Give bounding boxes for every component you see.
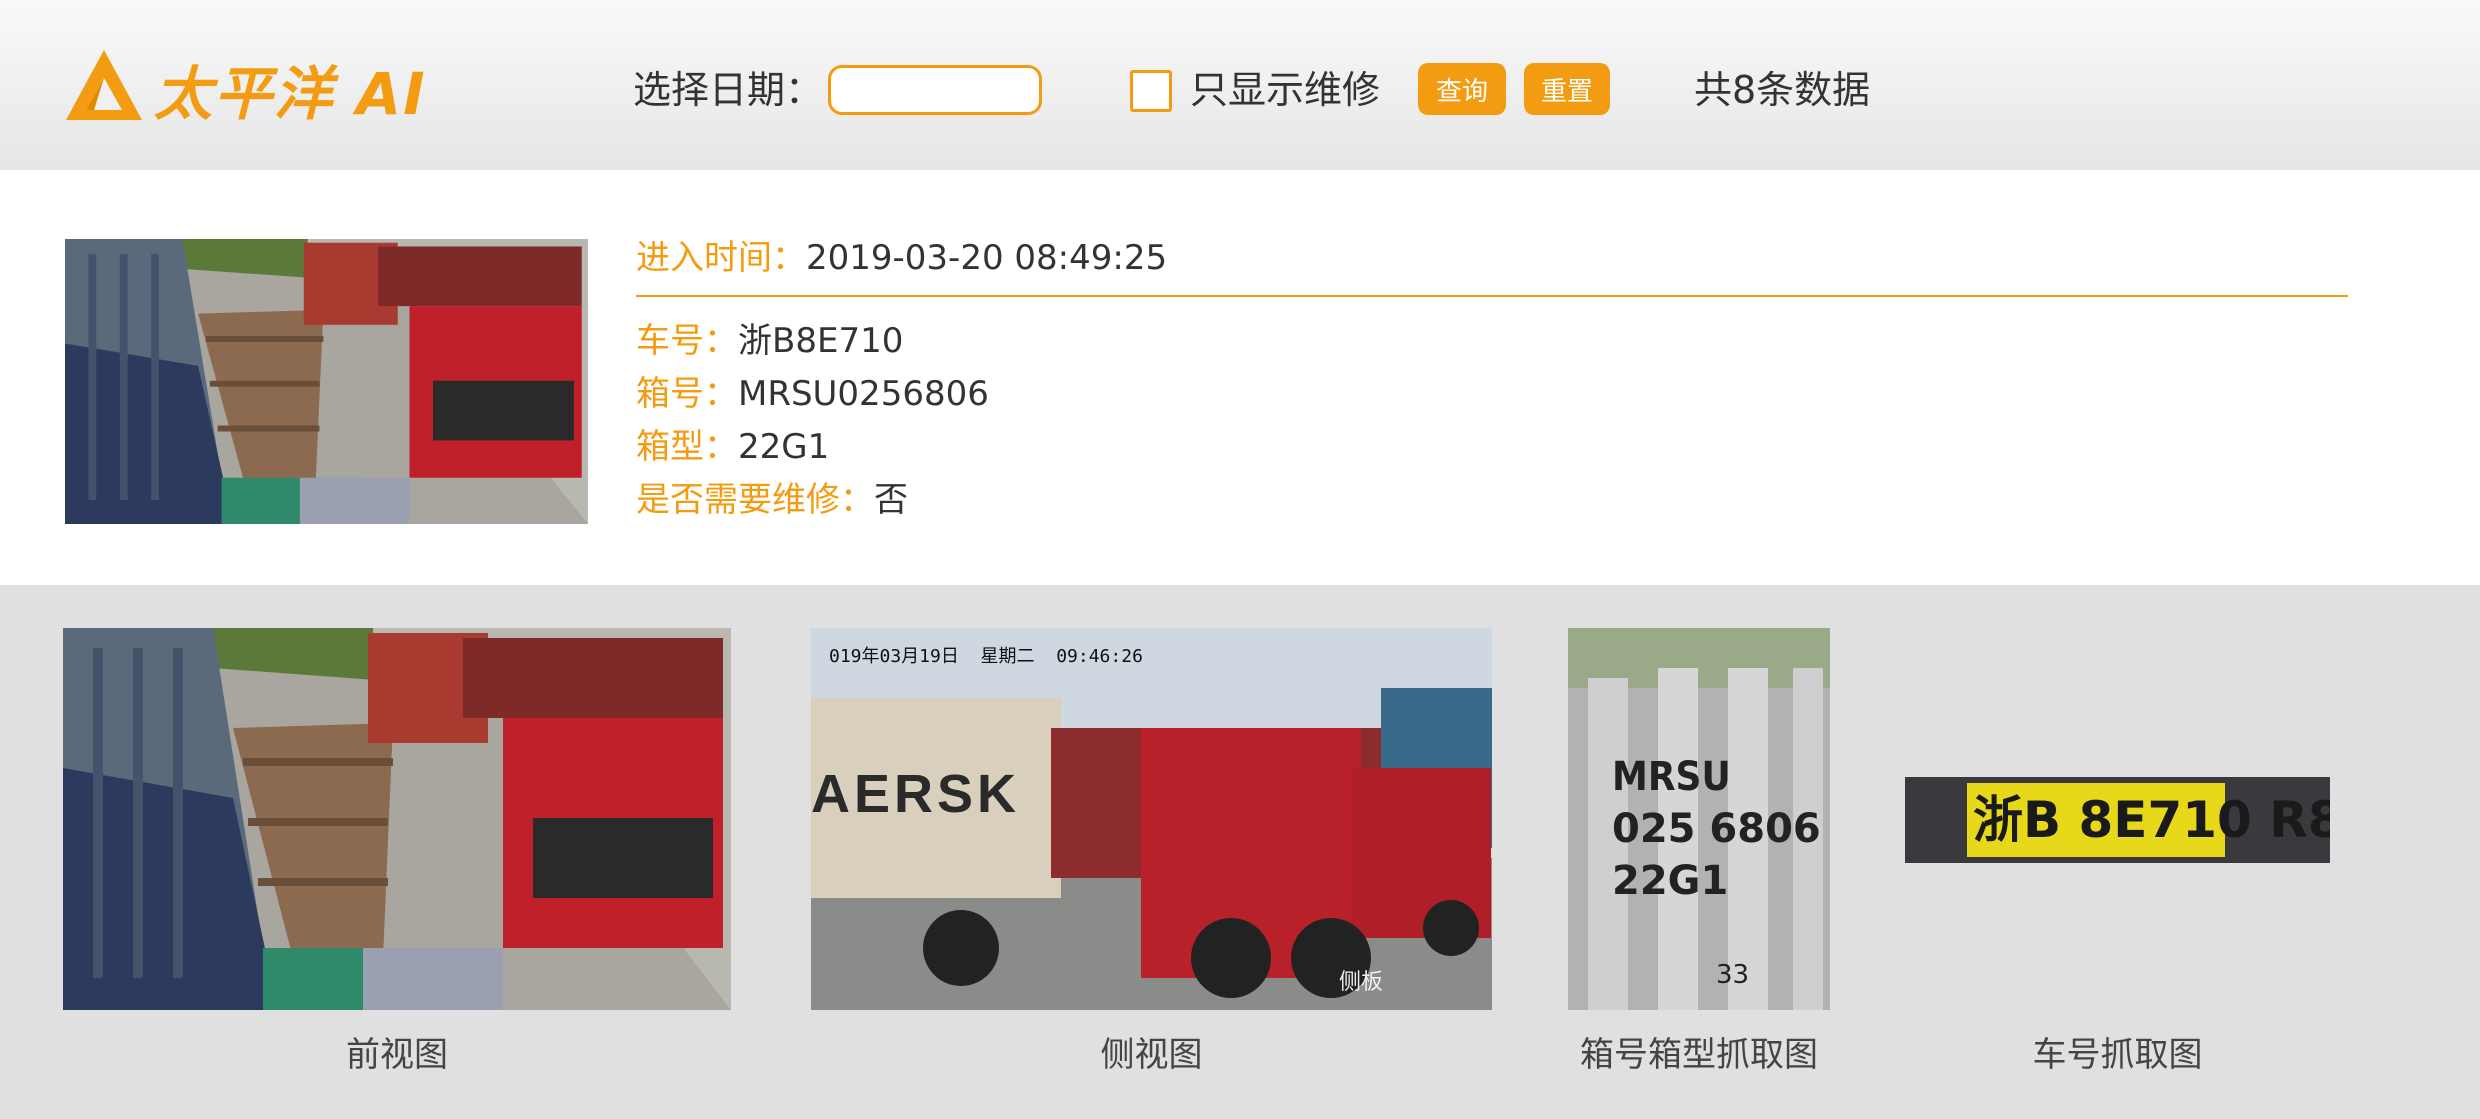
- plate-crop-caption: 车号抓取图: [2032, 1035, 2203, 1075]
- box-crop-line-3: 22G1: [1612, 858, 1729, 904]
- box-number-field: 箱号：MRSU0256806: [636, 369, 989, 419]
- plate-crop-text: 浙B 8E710 R8: [1973, 791, 2330, 849]
- box-crop-line-2: 025 6806: [1612, 806, 1821, 852]
- repair-only-checkbox[interactable]: [1130, 70, 1172, 112]
- repair-only-label[interactable]: 只显示维修: [1190, 62, 1380, 118]
- entry-time-value: 2019-03-20 08:49:25: [806, 238, 1168, 278]
- record-divider: [636, 295, 2348, 297]
- box-crop-caption: 箱号箱型抓取图: [1580, 1035, 1818, 1075]
- triangle-logo-icon: [66, 50, 142, 120]
- needs-repair-value: 否: [874, 480, 908, 520]
- box-type-value: 22G1: [738, 427, 830, 467]
- box-crop-line-1: MRSU: [1612, 754, 1731, 800]
- box-number-crop-image[interactable]: MRSU 025 6806 22G1 33: [1568, 628, 1830, 1010]
- top-toolbar: 太平洋 AI 选择日期： 只显示维修 查询 重置 共8条数据: [0, 0, 2480, 170]
- record-thumbnail[interactable]: [65, 239, 588, 524]
- plate-label: 车号：: [636, 321, 738, 361]
- box-type-field: 箱型：22G1: [636, 422, 829, 472]
- side-view-container-text: AERSK: [811, 764, 1021, 824]
- box-number-label: 箱号：: [636, 374, 738, 414]
- entry-time-field: 进入时间：2019-03-20 08:49:25: [636, 233, 1167, 283]
- side-view-caption: 侧视图: [1100, 1035, 1203, 1075]
- box-crop-line-4: 33: [1716, 960, 1750, 990]
- record-item[interactable]: 进入时间：2019-03-20 08:49:25 车号：浙B8E710 箱号：M…: [0, 170, 2480, 585]
- plate-value: 浙B8E710: [738, 321, 904, 361]
- date-label: 选择日期：: [633, 68, 824, 112]
- box-number-value: MRSU0256806: [738, 374, 989, 414]
- front-view-caption: 前视图: [346, 1035, 448, 1075]
- capture-gallery: 019年03月19日 星期二 09:46:26 AERSK 侧板 MRSU 02…: [0, 585, 2480, 1119]
- date-input[interactable]: [828, 65, 1042, 115]
- entry-time-label: 进入时间：: [636, 238, 806, 278]
- brand-name: 太平洋 AI: [154, 60, 427, 128]
- front-view-image[interactable]: [63, 628, 731, 1010]
- brand-logo: 太平洋 AI: [64, 47, 427, 131]
- total-count: 共8条数据: [1694, 68, 1871, 112]
- side-view-image[interactable]: 019年03月19日 星期二 09:46:26 AERSK 侧板: [811, 628, 1492, 1010]
- needs-repair-label: 是否需要维修：: [636, 480, 874, 520]
- box-type-label: 箱型：: [636, 427, 738, 467]
- needs-repair-field: 是否需要维修：否: [636, 475, 908, 525]
- side-view-watermark: 侧板: [1339, 970, 1384, 995]
- reset-button[interactable]: 重置: [1524, 63, 1610, 115]
- side-view-timestamp: 019年03月19日 星期二 09:46:26: [829, 646, 1143, 667]
- query-button[interactable]: 查询: [1418, 63, 1506, 115]
- plate-crop-image[interactable]: 浙B 8E710 R8: [1905, 777, 2330, 863]
- plate-field: 车号：浙B8E710: [636, 316, 903, 366]
